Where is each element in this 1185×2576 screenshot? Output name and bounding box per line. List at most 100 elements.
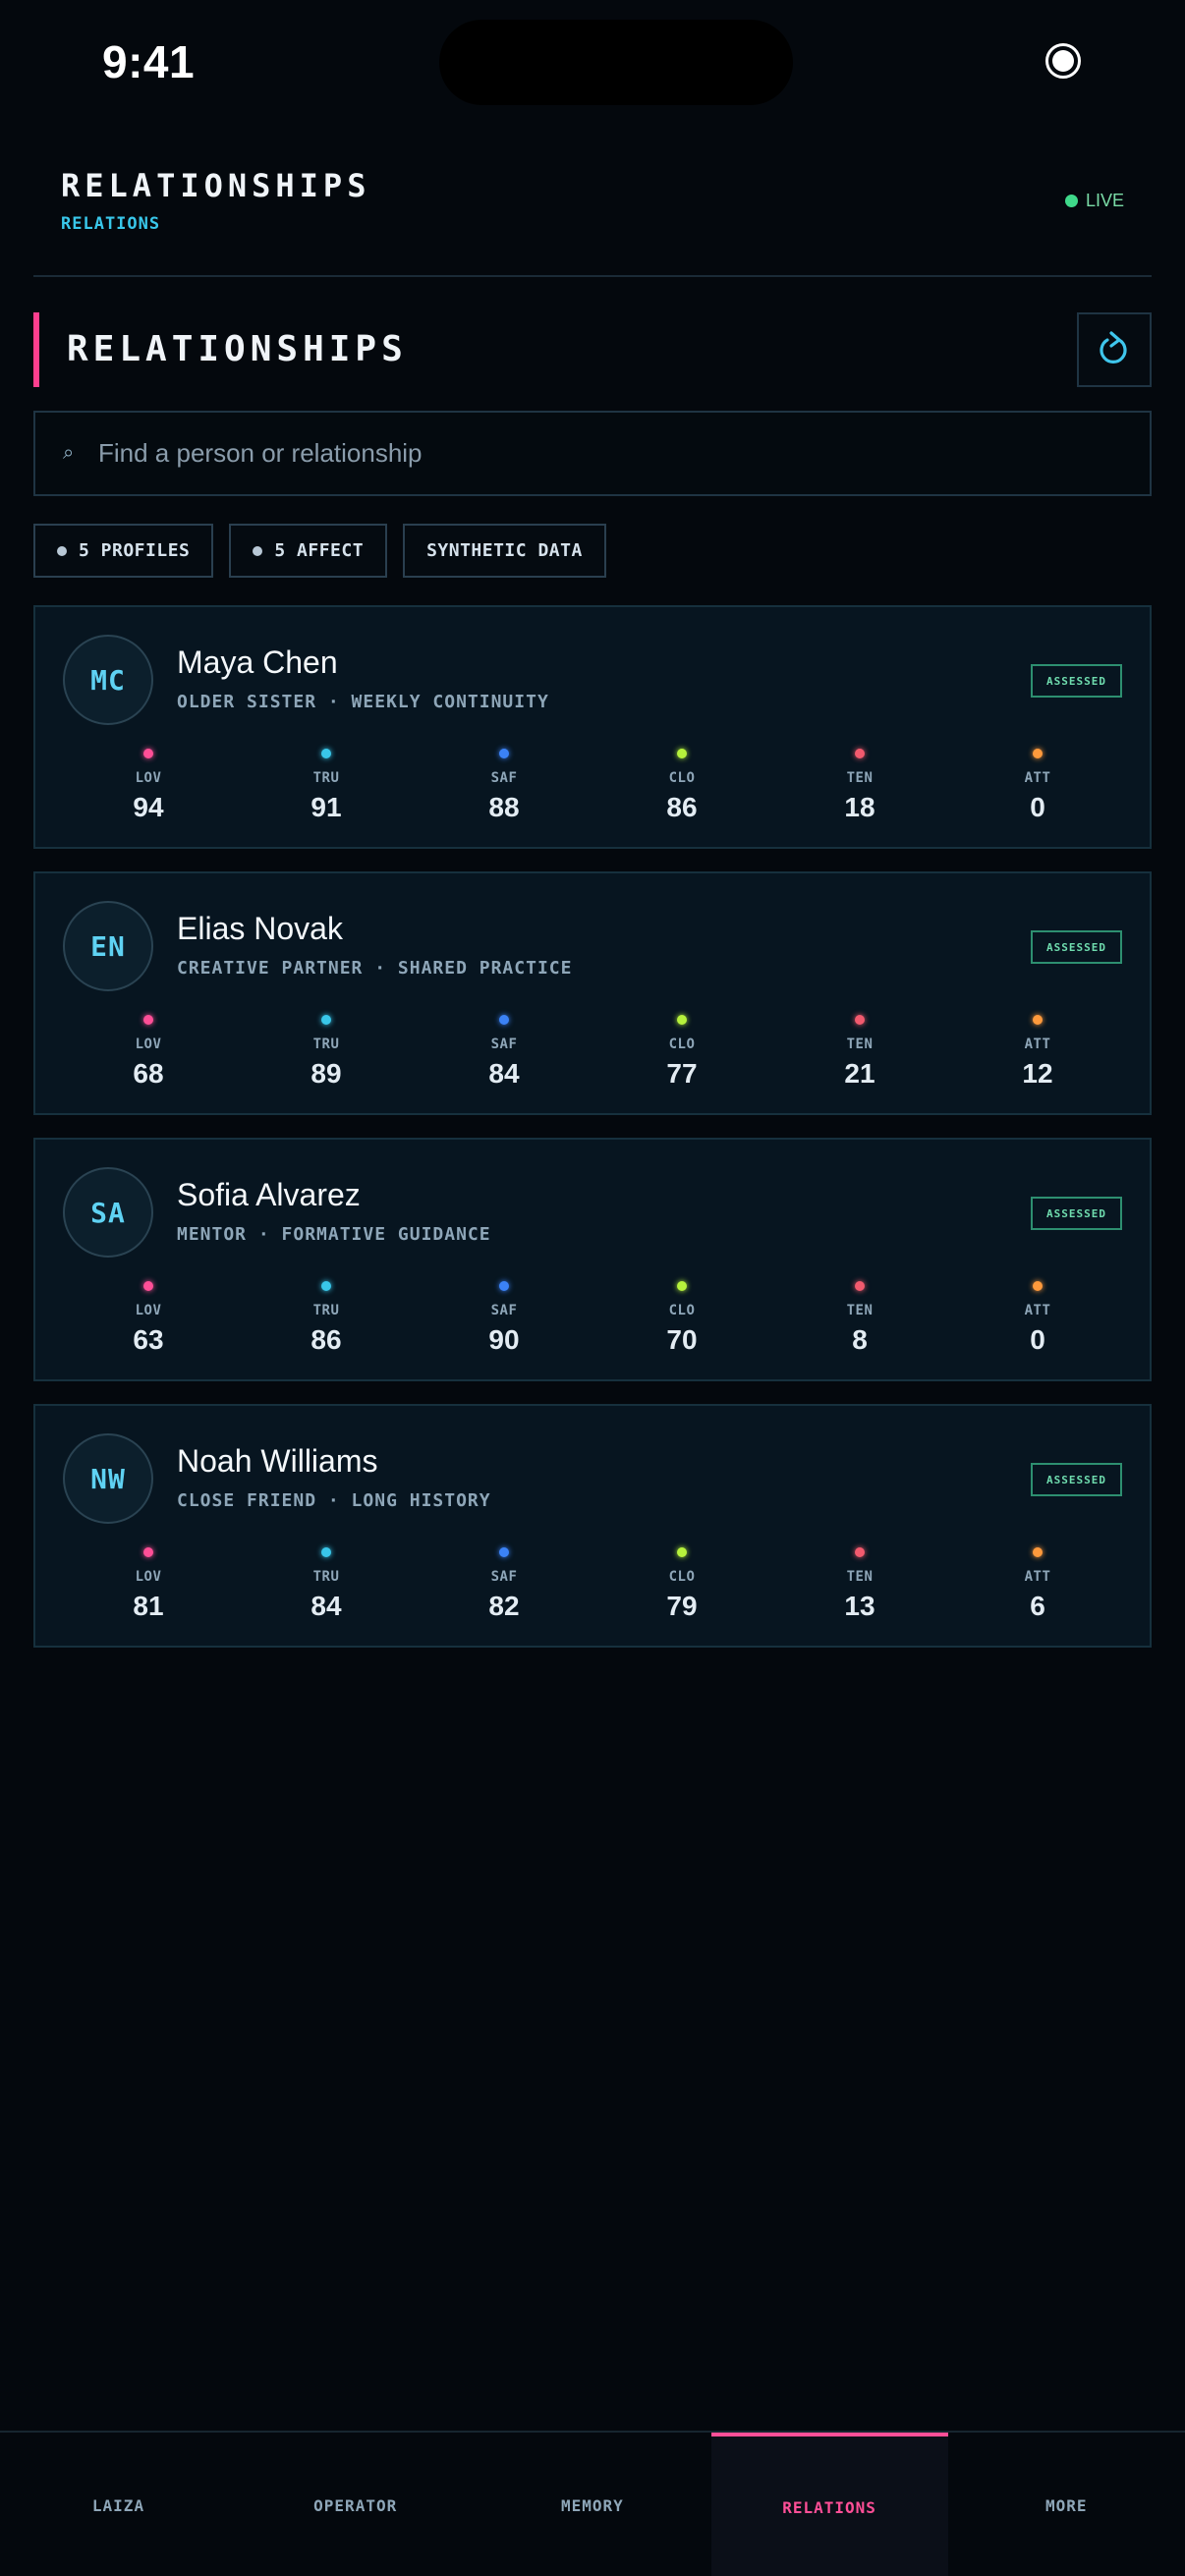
status-indicator-icon	[1045, 43, 1081, 79]
person-name: Noah Williams	[177, 1443, 378, 1479]
metric-value: 68	[133, 1058, 164, 1089]
metric-label: TRU	[312, 1569, 340, 1585]
metric-label: ATT	[1024, 770, 1051, 786]
metric: TRU 91	[267, 745, 385, 823]
metric-label: TEN	[846, 1569, 874, 1585]
metric-value: 94	[133, 792, 164, 822]
metric-dot-icon	[143, 749, 153, 758]
app-header: RELATIONSHIPS RELATIONS LIVE	[33, 147, 1152, 277]
metric: SAF 82	[445, 1543, 563, 1622]
metric: CLO 86	[623, 745, 741, 823]
metric-label: SAF	[490, 1303, 518, 1318]
metric: LOV 68	[89, 1011, 207, 1090]
metric-value: 18	[844, 792, 875, 822]
person-name: Elias Novak	[177, 911, 343, 946]
refresh-button[interactable]	[1077, 312, 1152, 387]
metric-label: CLO	[668, 1569, 696, 1585]
tab-operator[interactable]: OPERATOR	[237, 2433, 474, 2576]
metric-dot-icon	[321, 1015, 331, 1025]
metric-value: 82	[488, 1591, 520, 1621]
live-badge: LIVE	[1064, 191, 1124, 211]
metric: LOV 94	[89, 745, 207, 823]
metric-row: LOV 63 TRU 86 SAF 90 CLO 70 TEN 8 ATT 0	[35, 1277, 1150, 1372]
bottom-tab-bar: LAIZA OPERATOR MEMORY RELATIONS MORE	[0, 2431, 1185, 2576]
metric-value: 6	[1030, 1591, 1045, 1621]
metric-value: 84	[488, 1058, 520, 1089]
tab-laiza[interactable]: LAIZA	[0, 2433, 237, 2576]
metric-dot-icon	[1033, 749, 1043, 758]
refresh-icon	[1100, 331, 1127, 364]
metric-value: 21	[844, 1058, 875, 1089]
metric-label: SAF	[490, 1569, 518, 1585]
chip-dot-icon	[57, 545, 67, 556]
metric-label: ATT	[1024, 1303, 1051, 1318]
relationship-card[interactable]: SA Sofia Alvarez MENTOR · FORMATIVE GUIDAN…	[33, 1138, 1152, 1381]
metric-value: 91	[310, 792, 342, 822]
search-box: ⌕	[33, 411, 1152, 496]
metric-dot-icon	[499, 749, 509, 758]
metric-dot-icon	[143, 1281, 153, 1291]
metric: SAF 88	[445, 745, 563, 823]
metric: TRU 89	[267, 1011, 385, 1090]
metric: LOV 63	[89, 1277, 207, 1356]
relationship-card[interactable]: MC Maya Chen OLDER SISTER · WEEKLY CONTINU…	[33, 605, 1152, 849]
metric: TEN 18	[801, 745, 919, 823]
filter-chip[interactable]: SYNTHETIC DATA	[403, 524, 606, 578]
metric: TEN 21	[801, 1011, 919, 1090]
person-role: MENTOR · FORMATIVE GUIDANCE	[177, 1224, 491, 1245]
metric-dot-icon	[677, 749, 687, 758]
metric: TEN 13	[801, 1543, 919, 1622]
status-badge: ASSESSED	[1031, 930, 1122, 964]
person-role: OLDER SISTER · WEEKLY CONTINUITY	[177, 692, 549, 712]
metric: SAF 84	[445, 1011, 563, 1090]
dynamic-island	[439, 20, 793, 105]
metric-value: 70	[666, 1324, 698, 1355]
metric-row: LOV 94 TRU 91 SAF 88 CLO 86 TEN 18 ATT 0	[35, 745, 1150, 839]
search-icon: ⌕	[63, 442, 75, 464]
section-accent-bar	[33, 312, 39, 387]
tab-more[interactable]: MORE	[948, 2433, 1185, 2576]
search-input[interactable]	[98, 438, 1081, 469]
metric-value: 89	[310, 1058, 342, 1089]
metric-dot-icon	[321, 1547, 331, 1557]
header-subtitle: RELATIONS	[61, 214, 161, 234]
metric-label: TEN	[846, 1036, 874, 1052]
metric-value: 77	[666, 1058, 698, 1089]
status-badge: ASSESSED	[1031, 664, 1122, 698]
person-role: CREATIVE PARTNER · SHARED PRACTICE	[177, 958, 573, 979]
relationship-card[interactable]: EN Elias Novak CREATIVE PARTNER · SHARED P…	[33, 871, 1152, 1115]
person-name: Maya Chen	[177, 644, 338, 680]
chip-label: 5 AFFECT	[274, 540, 365, 561]
metric: ATT 6	[979, 1543, 1097, 1622]
metric-dot-icon	[855, 1015, 865, 1025]
avatar: EN	[63, 901, 153, 991]
metric-label: LOV	[135, 1303, 162, 1318]
live-dot-icon	[1064, 195, 1078, 207]
metric-label: TEN	[846, 1303, 874, 1318]
metric-label: SAF	[490, 1036, 518, 1052]
metric-dot-icon	[499, 1281, 509, 1291]
filter-chip[interactable]: 5 AFFECT	[229, 524, 388, 578]
filter-chip[interactable]: 5 PROFILES	[33, 524, 214, 578]
metric-label: ATT	[1024, 1569, 1051, 1585]
relationship-card[interactable]: NW Noah Williams CLOSE FRIEND · LONG HISTO…	[33, 1404, 1152, 1648]
metric: CLO 79	[623, 1543, 741, 1622]
metric-dot-icon	[677, 1547, 687, 1557]
metric-label: TEN	[846, 770, 874, 786]
metric-value: 88	[488, 792, 520, 822]
section-title: RELATIONSHIPS	[67, 329, 408, 369]
metric-label: CLO	[668, 770, 696, 786]
metric-dot-icon	[1033, 1015, 1043, 1025]
metric-dot-icon	[855, 1281, 865, 1291]
live-label: LIVE	[1085, 191, 1124, 210]
tab-relations[interactable]: RELATIONS	[710, 2433, 948, 2576]
metric-dot-icon	[1033, 1547, 1043, 1557]
metric: ATT 12	[979, 1011, 1097, 1090]
metric-value: 81	[133, 1591, 164, 1621]
metric-label: TRU	[312, 1303, 340, 1318]
metric-dot-icon	[143, 1015, 153, 1025]
avatar: MC	[63, 635, 153, 725]
chip-dot-icon	[253, 545, 263, 556]
metric: TRU 84	[267, 1543, 385, 1622]
tab-memory[interactable]: MEMORY	[474, 2433, 710, 2576]
